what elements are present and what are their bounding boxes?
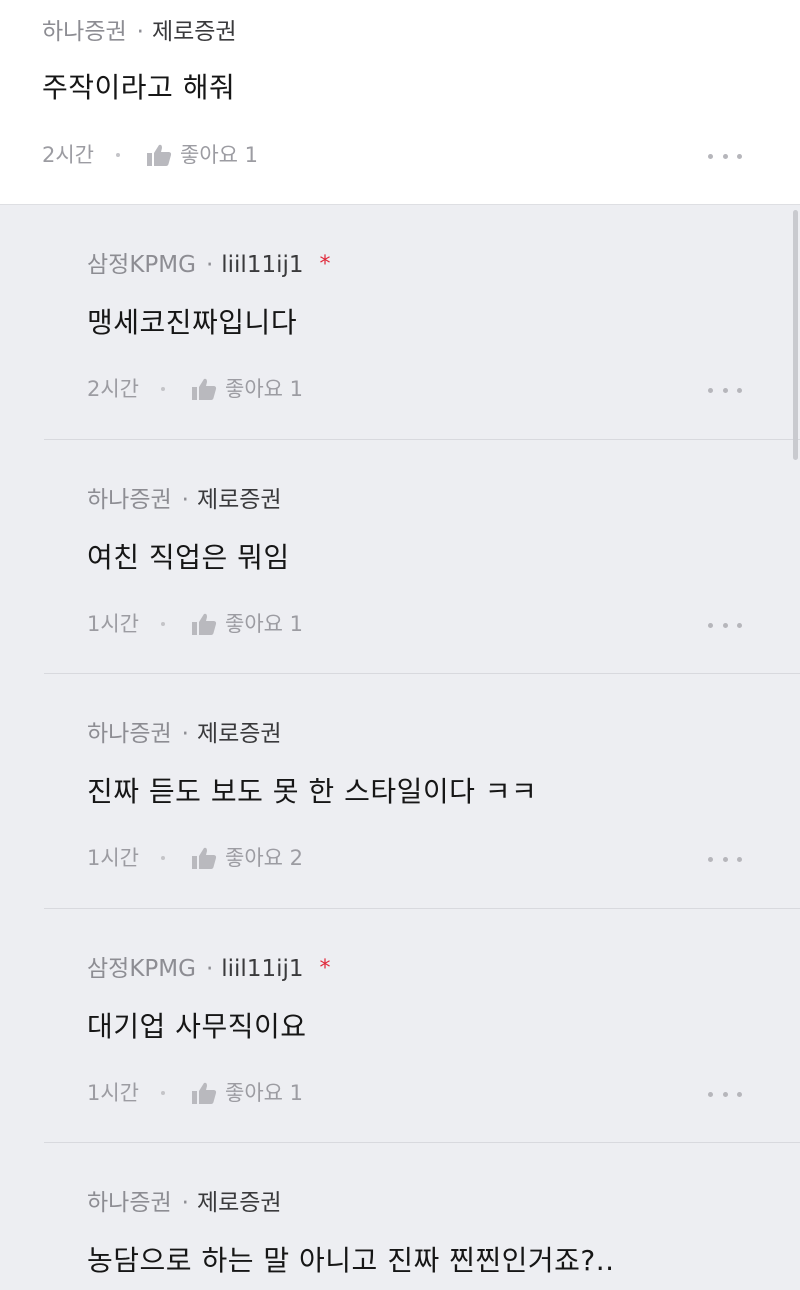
more-dot <box>708 622 713 628</box>
replies-section: 삼정KPMG · liil11ij1 * 맹세코진짜입니다 2시간 좋아요 1 <box>0 205 800 1289</box>
more-dot <box>722 1091 728 1097</box>
reply-item: 하나증권 · 제로증권 진짜 듣도 보도 못 한 스타일이다 ㅋㅋ 1시간 좋아… <box>44 673 800 908</box>
thumbs-up-icon <box>192 847 217 869</box>
reply-text: 대기업 사무직이요 <box>87 1010 307 1043</box>
bullet-separator <box>161 622 166 626</box>
reply-time: 1시간 <box>87 846 140 870</box>
more-dot <box>737 387 742 393</box>
more-dot <box>722 856 728 862</box>
like-count: 좋아요 2 <box>225 846 304 870</box>
bullet-separator <box>116 153 121 157</box>
reply-author-line: 하나증권 · 제로증권 <box>87 485 282 515</box>
like-count: 좋아요 1 <box>225 1081 304 1105</box>
more-options-button[interactable] <box>708 854 742 864</box>
reply-text: 맹세코진짜입니다 <box>87 306 298 339</box>
separator-dot: · <box>181 487 189 513</box>
more-dot <box>737 622 742 628</box>
company-name: 하나증권 <box>87 487 172 513</box>
reply-text: 여친 직업은 뭐임 <box>87 541 290 574</box>
separator-dot: · <box>205 956 214 982</box>
company-name: 삼정KPMG <box>87 252 196 278</box>
comment-actions: 2시간 좋아요 1 <box>42 141 258 169</box>
author-badge: * <box>319 956 331 981</box>
reply-time: 1시간 <box>87 1081 140 1105</box>
separator-dot: · <box>205 252 214 278</box>
reply-text: 농담으로 하는 말 아니고 진짜 찐찐인거죠?.. <box>87 1244 615 1277</box>
company-name: 하나증권 <box>87 1190 172 1216</box>
separator-dot: · <box>181 1190 189 1216</box>
top-comment: 하나증권 · 제로증권 주작이라고 해줘 2시간 좋아요 1 <box>0 0 800 205</box>
more-dot <box>737 1091 742 1097</box>
nickname[interactable]: liil11ij1 <box>221 250 303 280</box>
reply-author-line: 삼정KPMG · liil11ij1 * <box>87 954 331 984</box>
like-button[interactable]: 좋아요 1 <box>191 610 303 638</box>
more-dot <box>708 856 713 862</box>
more-dot <box>708 387 713 393</box>
reply-item: 하나증권 · 제로증권 여친 직업은 뭐임 1시간 좋아요 1 <box>44 439 800 674</box>
like-button[interactable]: 좋아요 1 <box>191 1079 303 1107</box>
reply-actions: 1시간 좋아요 2 <box>87 844 303 872</box>
more-options-button[interactable] <box>708 151 742 161</box>
reply-time: 1시간 <box>87 612 140 636</box>
bullet-separator <box>161 387 166 391</box>
author-badge: * <box>319 252 331 277</box>
reply-actions: 2시간 좋아요 1 <box>87 375 303 403</box>
bullet-separator <box>161 1091 166 1095</box>
like-count: 좋아요 1 <box>180 143 259 167</box>
nickname[interactable]: 제로증권 <box>197 1188 282 1218</box>
thumbs-up-icon <box>192 613 217 635</box>
nickname[interactable]: 제로증권 <box>197 719 282 749</box>
company-name: 하나증권 <box>42 19 127 45</box>
thumbs-up-icon <box>192 378 217 400</box>
reply-author-line: 하나증권 · 제로증권 <box>87 1188 282 1218</box>
reply-actions: 1시간 좋아요 1 <box>87 610 303 638</box>
reply-time: 2시간 <box>87 377 140 401</box>
nickname[interactable]: 제로증권 <box>197 485 282 515</box>
reply-item: 삼정KPMG · liil11ij1 * 대기업 사무직이요 1시간 좋아요 1 <box>44 908 800 1143</box>
comment-author-line: 하나증권 · 제로증권 <box>42 17 237 47</box>
thumbs-up-icon <box>147 144 172 166</box>
like-button[interactable]: 좋아요 2 <box>191 844 303 872</box>
more-dot <box>737 856 742 862</box>
company-name: 삼정KPMG <box>87 956 196 982</box>
scrollbar[interactable] <box>793 210 798 460</box>
nickname[interactable]: liil11ij1 <box>221 954 303 984</box>
reply-actions: 1시간 좋아요 1 <box>87 1079 303 1107</box>
separator-dot: · <box>136 19 144 45</box>
more-dot <box>708 1091 713 1097</box>
thumbs-up-icon <box>192 1082 217 1104</box>
reply-text: 진짜 듣도 보도 못 한 스타일이다 ㅋㅋ <box>87 775 538 808</box>
reply-author-line: 하나증권 · 제로증권 <box>87 719 282 749</box>
like-button[interactable]: 좋아요 1 <box>191 375 303 403</box>
more-dot <box>722 387 728 393</box>
separator-dot: · <box>181 721 189 747</box>
reply-author-line: 삼정KPMG · liil11ij1 * <box>87 250 331 280</box>
like-count: 좋아요 1 <box>225 377 304 401</box>
reply-item: 삼정KPMG · liil11ij1 * 맹세코진짜입니다 2시간 좋아요 1 <box>44 205 800 439</box>
more-dot <box>722 153 728 159</box>
more-dot <box>722 622 728 628</box>
like-count: 좋아요 1 <box>225 612 304 636</box>
more-dot <box>708 153 713 159</box>
comment-text: 주작이라고 해줘 <box>42 71 236 104</box>
like-button[interactable]: 좋아요 1 <box>146 141 258 169</box>
bullet-separator <box>161 856 166 860</box>
more-options-button[interactable] <box>708 620 742 630</box>
comment-time: 2시간 <box>42 143 95 167</box>
more-options-button[interactable] <box>708 1089 742 1099</box>
more-dot <box>737 153 742 159</box>
more-options-button[interactable] <box>708 385 742 395</box>
reply-item: 하나증권 · 제로증권 농담으로 하는 말 아니고 진짜 찐찐인거죠?.. <box>44 1142 800 1290</box>
nickname[interactable]: 제로증권 <box>152 17 237 47</box>
company-name: 하나증권 <box>87 721 172 747</box>
